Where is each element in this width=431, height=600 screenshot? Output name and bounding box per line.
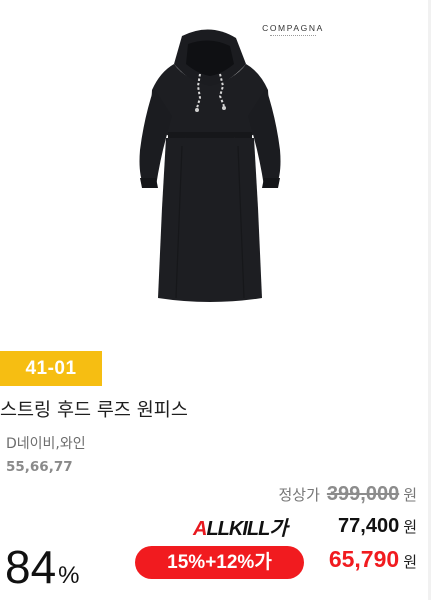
product-name[interactable]: 스트링 후드 루즈 원피스 — [0, 396, 188, 422]
allkill-logo-a: A — [193, 518, 207, 540]
list-price-label: 정상가 — [278, 486, 320, 504]
allkill-price-row: 77,400 원 — [338, 515, 417, 538]
product-image[interactable]: COMPAGNA — [0, 0, 431, 340]
dress-image — [139, 29, 281, 302]
final-price-currency: 원 — [403, 553, 417, 571]
list-price-currency: 원 — [403, 486, 417, 504]
allkill-logo: ALLKILL가 — [193, 512, 288, 541]
discount-rate: 84% — [5, 541, 80, 593]
allkill-price-currency: 원 — [403, 518, 417, 536]
final-price-row: 65,790 원 — [329, 546, 417, 573]
size-options: 55,66,77 — [6, 459, 73, 475]
allkill-logo-rest: LLKILL가 — [206, 518, 287, 540]
coupon-discount-badge[interactable]: 15%+12%가 — [135, 546, 304, 579]
list-price-value: 399,000 — [326, 483, 400, 505]
color-options: D네이비,와인 — [6, 436, 86, 452]
allkill-price-value: 77,400 — [338, 515, 400, 537]
discount-rate-number: 84 — [5, 541, 57, 593]
list-price-row: 정상가 399,000 원 — [278, 483, 417, 506]
product-code-badge: 41-01 — [0, 351, 102, 386]
discount-rate-sign: % — [58, 562, 80, 589]
final-price-value: 65,790 — [328, 546, 400, 572]
